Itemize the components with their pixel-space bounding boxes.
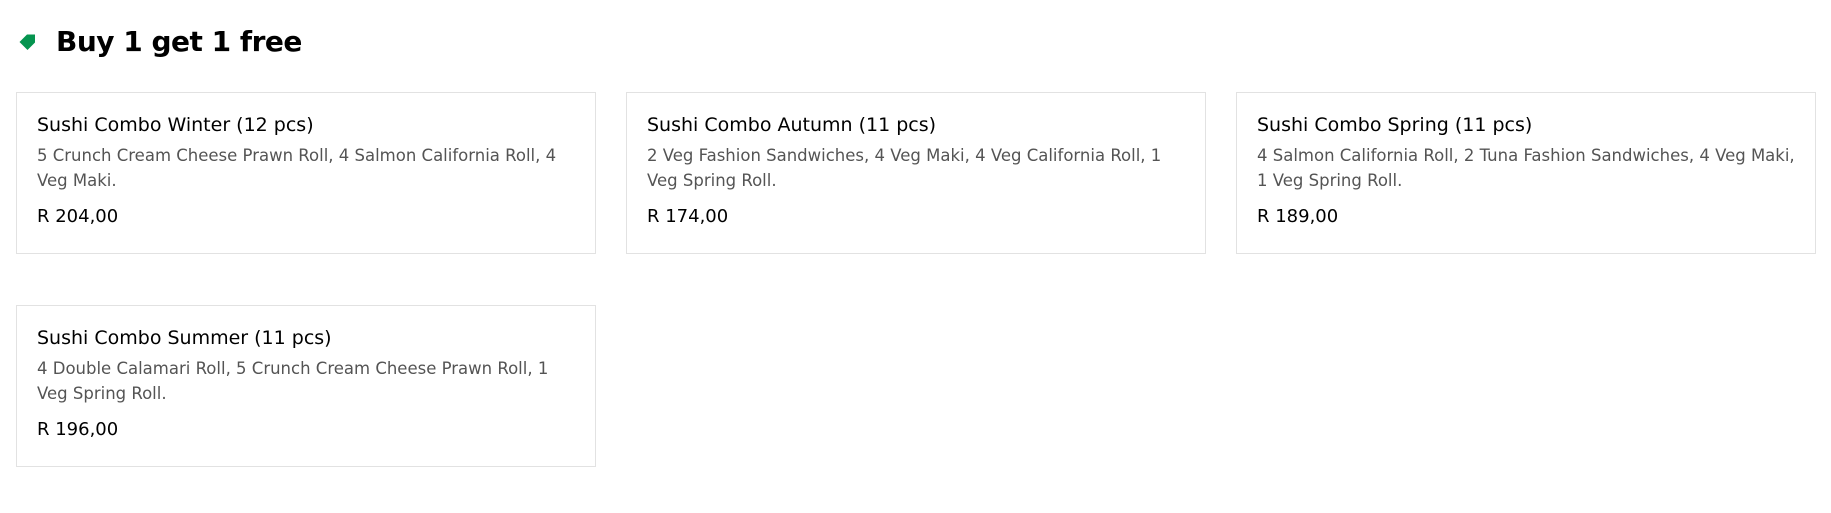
menu-item-name: Sushi Combo Spring (11 pcs) [1257, 114, 1533, 136]
menu-item-price: R 204,00 [37, 206, 119, 227]
menu-item-card[interactable]: Sushi Combo Spring (11 pcs) 4 Salmon Cal… [1236, 92, 1816, 254]
menu-item-description: 4 Salmon California Roll, 2 Tuna Fashion… [1257, 146, 1795, 190]
menu-item-price: R 196,00 [37, 419, 119, 440]
menu-item-grid: Sushi Combo Winter (12 pcs) 5 Crunch Cre… [16, 92, 1816, 467]
menu-item-price: R 189,00 [1257, 206, 1339, 227]
menu-item-description: 4 Double Calamari Roll, 5 Crunch Cream C… [37, 359, 549, 403]
section-title: Buy 1 get 1 free [56, 25, 302, 58]
menu-item-name: Sushi Combo Autumn (11 pcs) [647, 114, 937, 136]
menu-item-card[interactable]: Sushi Combo Autumn (11 pcs) 2 Veg Fashio… [626, 92, 1206, 254]
menu-item-description: 2 Veg Fashion Sandwiches, 4 Veg Maki, 4 … [647, 146, 1162, 190]
menu-item-price: R 174,00 [647, 206, 729, 227]
menu-item-name: Sushi Combo Summer (11 pcs) [37, 327, 332, 349]
menu-item-description: 5 Crunch Cream Cheese Prawn Roll, 4 Salm… [37, 146, 557, 190]
section-header: Buy 1 get 1 free [16, 22, 302, 62]
menu-item-card[interactable]: Sushi Combo Summer (11 pcs) 4 Double Cal… [16, 305, 596, 467]
menu-item-card[interactable]: Sushi Combo Winter (12 pcs) 5 Crunch Cre… [16, 92, 596, 254]
tag-icon [16, 30, 40, 54]
menu-item-name: Sushi Combo Winter (12 pcs) [37, 114, 314, 136]
